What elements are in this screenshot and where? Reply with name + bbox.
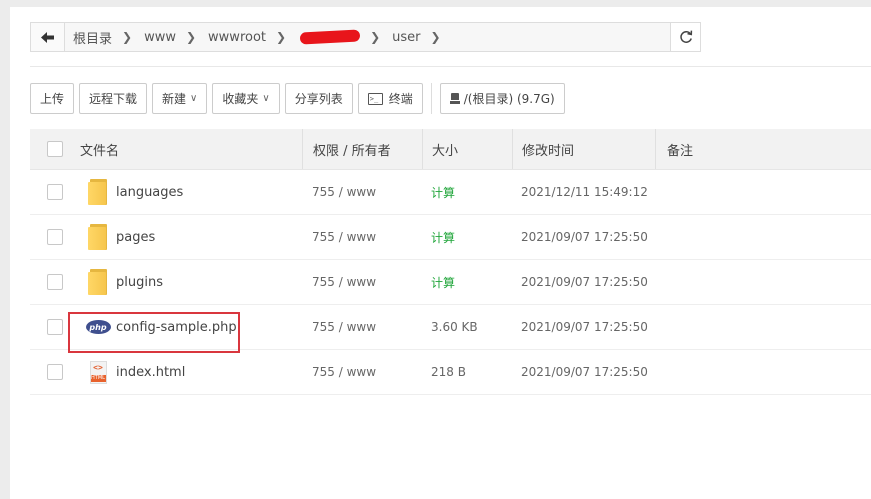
- mtime-cell: 2021/09/07 17:25:50: [521, 275, 648, 289]
- size-calc-link[interactable]: 计算: [422, 274, 512, 291]
- table-row[interactable]: <> HTML index.html 755 / www 218 B 2021/0…: [30, 350, 871, 395]
- upload-button[interactable]: 上传: [30, 83, 75, 114]
- mtime-cell: 2021/09/07 17:25:50: [521, 230, 648, 244]
- header-name-label: 文件名: [80, 143, 120, 159]
- file-name[interactable]: index.html: [116, 365, 185, 380]
- row-checkbox[interactable]: [47, 274, 63, 290]
- table-row[interactable]: php config-sample.php 755 / www 3.60 KB …: [30, 305, 871, 350]
- size-calc-link[interactable]: 计算: [422, 229, 512, 246]
- table-row[interactable]: languages 755 / www 计算 2021/12/11 15:49:…: [30, 170, 871, 215]
- file-name[interactable]: pages: [116, 230, 155, 245]
- folder-icon: [88, 179, 108, 205]
- table-row[interactable]: pages 755 / www 计算 2021/09/07 17:25:50: [30, 215, 871, 260]
- file-name[interactable]: config-sample.php: [116, 320, 237, 335]
- header-note: 备注: [655, 129, 871, 169]
- mtime-cell: 2021/09/07 17:25:50: [521, 320, 648, 334]
- header-mtime[interactable]: 修改时间: [512, 129, 655, 169]
- breadcrumb: 根目录 ❯ www ❯ wwwroot ❯ ❯ user ❯: [65, 23, 670, 51]
- chevron-down-icon: ∨: [262, 93, 270, 104]
- size-calc-link[interactable]: 计算: [422, 184, 512, 201]
- terminal-icon: >_: [367, 92, 383, 105]
- breadcrumb-item-wwwroot[interactable]: wwwroot: [208, 30, 266, 45]
- divider: [30, 66, 871, 67]
- upload-label: 上传: [40, 92, 65, 106]
- breadcrumb-item-www[interactable]: www: [144, 30, 176, 45]
- table-row[interactable]: plugins 755 / www 计算 2021/09/07 17:25:50: [30, 260, 871, 305]
- row-checkbox[interactable]: [47, 319, 63, 335]
- folder-icon: [88, 224, 108, 250]
- refresh-button[interactable]: [670, 23, 700, 51]
- refresh-icon: [679, 30, 692, 43]
- file-manager-panel: 根目录 ❯ www ❯ wwwroot ❯ ❯ user ❯ 上传 远程下载 新…: [10, 7, 871, 499]
- new-dropdown-button[interactable]: 新建 ∨: [152, 83, 208, 114]
- folder-icon: [88, 269, 108, 295]
- header-mtime-label: 修改时间: [522, 143, 575, 159]
- toolbar-divider: [430, 83, 432, 114]
- favorites-dropdown-button[interactable]: 收藏夹 ∨: [212, 83, 280, 114]
- html-file-icon: <> HTML: [89, 360, 107, 384]
- remote-download-button[interactable]: 远程下载: [79, 83, 148, 114]
- back-button[interactable]: [31, 23, 65, 51]
- toolbar: 上传 远程下载 新建 ∨ 收藏夹 ∨ 分享列表 >_ 终端 /(根目录) (9.7G): [30, 83, 570, 114]
- header-size-label: 大小: [432, 143, 459, 159]
- header-name[interactable]: 文件名: [80, 129, 302, 169]
- perm-cell[interactable]: 755 / www: [302, 320, 422, 334]
- mtime-cell: 2021/09/07 17:25:50: [521, 365, 648, 379]
- breadcrumb-item-user[interactable]: user: [392, 30, 420, 45]
- perm-cell[interactable]: 755 / www: [302, 185, 422, 199]
- share-list-label: 分享列表: [294, 92, 343, 106]
- chevron-right-icon: ❯: [185, 30, 197, 44]
- share-list-button[interactable]: 分享列表: [284, 83, 353, 114]
- chevron-right-icon: ❯: [370, 30, 381, 44]
- file-name[interactable]: languages: [116, 185, 183, 200]
- remote-download-label: 远程下载: [89, 92, 138, 106]
- new-label: 新建: [162, 92, 187, 106]
- breadcrumb-item-root[interactable]: 根目录: [73, 28, 112, 47]
- terminal-label: 终端: [388, 92, 413, 106]
- header-size[interactable]: 大小: [422, 129, 512, 169]
- favorites-label: 收藏夹: [222, 92, 259, 106]
- chevron-right-icon: ❯: [276, 30, 287, 44]
- header-perm[interactable]: 权限 / 所有者: [302, 129, 422, 169]
- select-all-checkbox[interactable]: [47, 141, 63, 157]
- breadcrumb-bar: 根目录 ❯ www ❯ wwwroot ❯ ❯ user ❯: [30, 22, 701, 52]
- disk-button[interactable]: /(根目录) (9.7G): [439, 83, 565, 114]
- row-checkbox[interactable]: [47, 184, 63, 200]
- html-tag-label: HTML: [90, 374, 106, 382]
- arrow-left-icon: [41, 31, 54, 43]
- file-table: 文件名 权限 / 所有者 大小 修改时间 备注 languages 755 / …: [30, 129, 871, 395]
- disk-icon: [449, 93, 460, 104]
- row-checkbox[interactable]: [47, 229, 63, 245]
- html-code-glyph: <>: [93, 362, 103, 372]
- breadcrumb-item-redacted[interactable]: [299, 29, 361, 45]
- size-cell: 218 B: [431, 365, 466, 379]
- perm-cell[interactable]: 755 / www: [302, 275, 422, 289]
- file-name[interactable]: plugins: [116, 275, 163, 290]
- chevron-right-icon: ❯: [430, 30, 441, 44]
- header-perm-label: 权限 / 所有者: [313, 143, 391, 159]
- mtime-cell: 2021/12/11 15:49:12: [521, 185, 648, 199]
- disk-label: /(根目录) (9.7G): [463, 92, 555, 106]
- size-cell: 3.60 KB: [431, 320, 478, 334]
- chevron-down-icon: ∨: [190, 93, 198, 104]
- php-file-icon: php: [85, 320, 111, 334]
- table-header: 文件名 权限 / 所有者 大小 修改时间 备注: [30, 129, 871, 170]
- select-all-cell: [30, 129, 80, 169]
- perm-cell[interactable]: 755 / www: [302, 230, 422, 244]
- terminal-button[interactable]: >_ 终端: [357, 83, 423, 114]
- perm-cell[interactable]: 755 / www: [302, 365, 422, 379]
- chevron-right-icon: ❯: [122, 30, 133, 44]
- row-checkbox[interactable]: [47, 364, 63, 380]
- header-note-label: 备注: [667, 143, 694, 159]
